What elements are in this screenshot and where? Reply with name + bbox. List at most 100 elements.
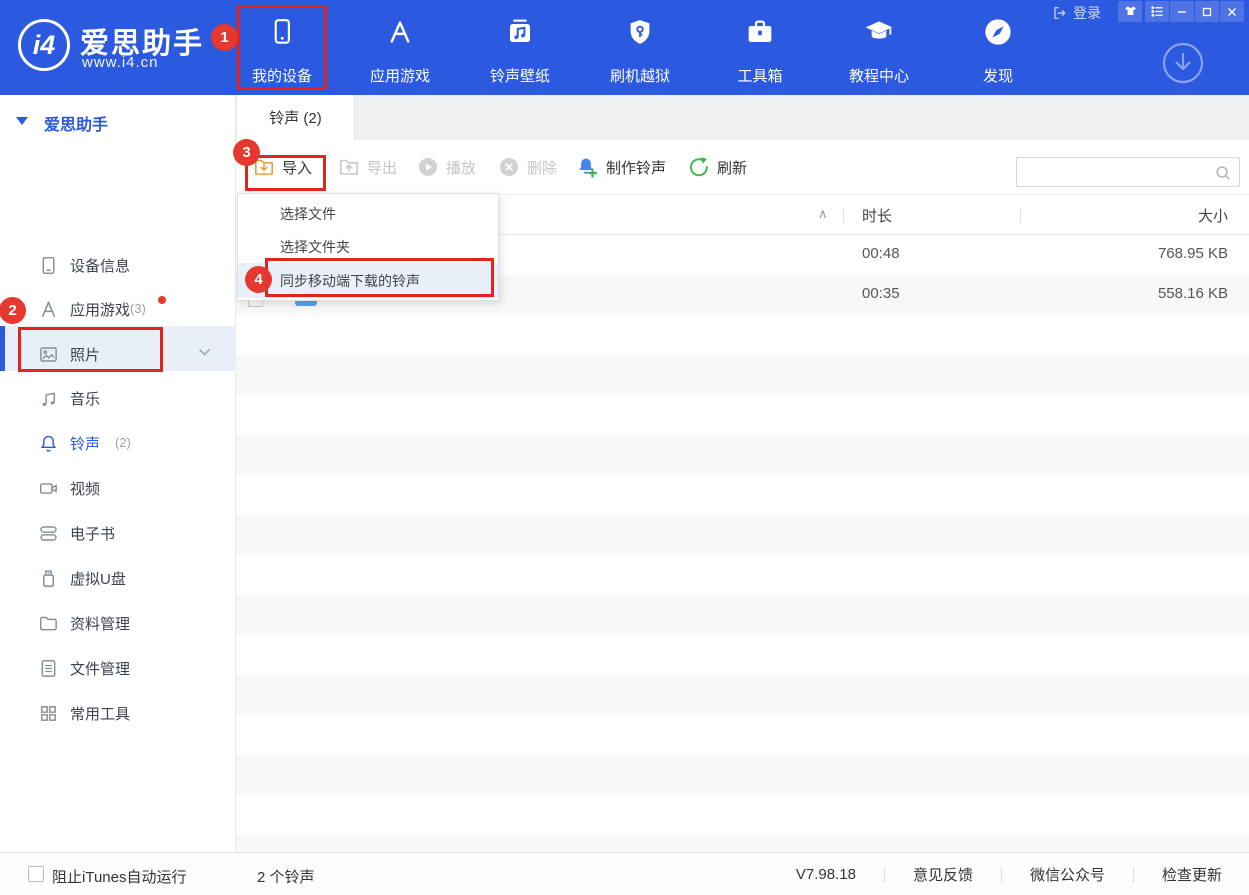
nav-item-toolbox[interactable]: 工具箱	[715, 12, 805, 86]
menu-item-select-file[interactable]: 选择文件	[238, 196, 498, 231]
nav-item-tutorial-center[interactable]: 教程中心	[834, 12, 924, 86]
sidebar-item-label: 常用工具	[70, 703, 130, 724]
sidebar-item-data-management[interactable]: 资料管理	[0, 601, 236, 646]
divider	[884, 867, 885, 883]
shirt-icon	[1123, 4, 1138, 19]
tab-label: 铃声 (2)	[269, 107, 322, 128]
nav-label: 应用游戏	[370, 68, 430, 86]
books-icon	[38, 523, 59, 544]
wechat-link[interactable]: 微信公众号	[1030, 864, 1105, 885]
usb-drive-icon	[38, 568, 59, 589]
nav-item-flash-jailbreak[interactable]: 刷机越狱	[595, 12, 685, 86]
menu-item-select-folder[interactable]: 选择文件夹	[238, 229, 498, 264]
sidebar-item-virtual-usb[interactable]: 虚拟U盘	[0, 556, 236, 601]
row-size: 558.16 KB	[1158, 285, 1228, 302]
sidebar-device-group[interactable]: 爱思助手	[0, 109, 236, 135]
nav-label: 工具箱	[737, 68, 782, 86]
play-button[interactable]: 播放	[417, 154, 476, 180]
graduation-cap-icon	[862, 12, 896, 48]
search-box	[1016, 157, 1240, 187]
row-duration: 00:35	[862, 285, 900, 302]
annotation-badge-step4: 4	[245, 266, 272, 293]
toolbox-icon	[744, 12, 776, 48]
block-itunes-checkbox[interactable]	[28, 866, 44, 882]
sidebar-item-label: 虚拟U盘	[70, 568, 126, 589]
nav-item-apps-games[interactable]: 应用游戏	[355, 12, 445, 86]
sidebar-item-device-info[interactable]: 设备信息	[0, 243, 236, 288]
import-label: 导入	[282, 157, 312, 178]
make-ringtone-button[interactable]: 制作铃声	[575, 154, 666, 180]
nav-label: 我的设备	[252, 68, 312, 86]
delete-label: 删除	[527, 157, 557, 178]
sidebar-item-videos[interactable]: 视频	[0, 466, 236, 511]
folder-icon	[38, 613, 59, 634]
download-circle-icon	[1161, 41, 1205, 85]
row-file-icon-partial	[295, 301, 317, 306]
refresh-button[interactable]: 刷新	[688, 154, 747, 180]
ringtone-folder-icon	[504, 12, 536, 48]
device-group-label: 爱思助手	[44, 111, 108, 135]
sidebar-item-music[interactable]: 音乐	[0, 376, 236, 421]
search-input[interactable]	[1025, 158, 1210, 186]
sidebar-item-label: 铃声	[70, 433, 100, 454]
import-button[interactable]: 导入	[253, 154, 312, 180]
sidebar-item-file-management[interactable]: 文件管理	[0, 646, 236, 691]
download-manager-button[interactable]	[1161, 41, 1205, 85]
device-info-icon	[38, 255, 59, 276]
sidebar: 爱思助手 设备信息 应用游戏 (3) 照片	[0, 95, 236, 852]
column-header-duration[interactable]: 时长	[862, 205, 892, 226]
check-update-link[interactable]: 检查更新	[1162, 864, 1222, 885]
delete-button[interactable]: 删除	[498, 154, 557, 180]
minimize-icon	[1175, 5, 1189, 19]
export-folder-icon	[338, 156, 360, 178]
appstore-icon	[385, 12, 415, 48]
menu-item-sync-mobile-ringtones[interactable]: 同步移动端下载的铃声	[238, 263, 498, 298]
delete-circle-icon	[498, 156, 520, 178]
skin-theme-button[interactable]	[1118, 1, 1142, 22]
toolbar: 导入 导出 播放 删除	[236, 140, 1249, 195]
refresh-icon	[688, 156, 710, 178]
tab-ringtones[interactable]: 铃声 (2)	[237, 95, 355, 140]
sidebar-item-label: 资料管理	[70, 613, 130, 634]
nav-label: 教程中心	[849, 68, 909, 86]
menu-item-label: 选择文件夹	[280, 237, 350, 257]
grid-icon	[38, 703, 59, 724]
feedback-link[interactable]: 意见反馈	[913, 864, 973, 885]
maximize-button[interactable]	[1195, 1, 1219, 22]
nav-item-ringtone-wallpaper[interactable]: 铃声壁纸	[475, 12, 565, 86]
status-bar-right: V7.98.18 意见反馈 微信公众号 检查更新	[796, 853, 1222, 895]
export-label: 导出	[367, 157, 397, 178]
sidebar-item-label: 视频	[70, 478, 100, 499]
export-button[interactable]: 导出	[338, 154, 397, 180]
minimize-button[interactable]	[1170, 1, 1194, 22]
nav-item-my-device[interactable]: 我的设备	[237, 12, 327, 86]
close-button[interactable]	[1220, 1, 1244, 22]
sidebar-item-common-tools[interactable]: 常用工具	[0, 691, 236, 736]
sidebar-item-label: 应用游戏	[70, 299, 130, 320]
nav-label: 发现	[983, 68, 1013, 86]
block-itunes-label: 阻止iTunes自动运行	[52, 866, 186, 887]
play-label: 播放	[446, 157, 476, 178]
row-duration: 00:48	[862, 245, 900, 262]
play-circle-icon	[417, 156, 439, 178]
make-ringtone-label: 制作铃声	[606, 157, 666, 178]
menu-list-button[interactable]	[1145, 1, 1169, 22]
tab-bar: 铃声 (2)	[236, 95, 1249, 140]
sidebar-item-label: 设备信息	[70, 255, 130, 276]
document-icon	[38, 658, 59, 679]
close-icon	[1225, 5, 1239, 19]
sidebar-item-ebooks[interactable]: 电子书	[0, 511, 236, 556]
app-header: i4 爱思助手 www.i4.cn 我的设备 应用游戏 铃声壁纸	[0, 0, 1249, 95]
sidebar-item-apps-games[interactable]: 应用游戏 (3)	[0, 287, 236, 332]
login-button[interactable]: 登录	[1052, 3, 1101, 23]
row-size: 768.95 KB	[1158, 245, 1228, 262]
video-camera-icon	[38, 478, 59, 499]
nav-label: 铃声壁纸	[490, 68, 550, 86]
sidebar-item-label: 电子书	[70, 523, 115, 544]
app-logo: i4	[18, 19, 70, 71]
sidebar-item-ringtones[interactable]: 铃声 (2)	[0, 421, 236, 466]
column-header-size[interactable]: 大小	[1198, 205, 1228, 226]
shield-key-icon	[625, 12, 655, 48]
nav-item-discover[interactable]: 发现	[953, 12, 1043, 86]
sidebar-item-photos[interactable]: 照片	[0, 332, 236, 377]
